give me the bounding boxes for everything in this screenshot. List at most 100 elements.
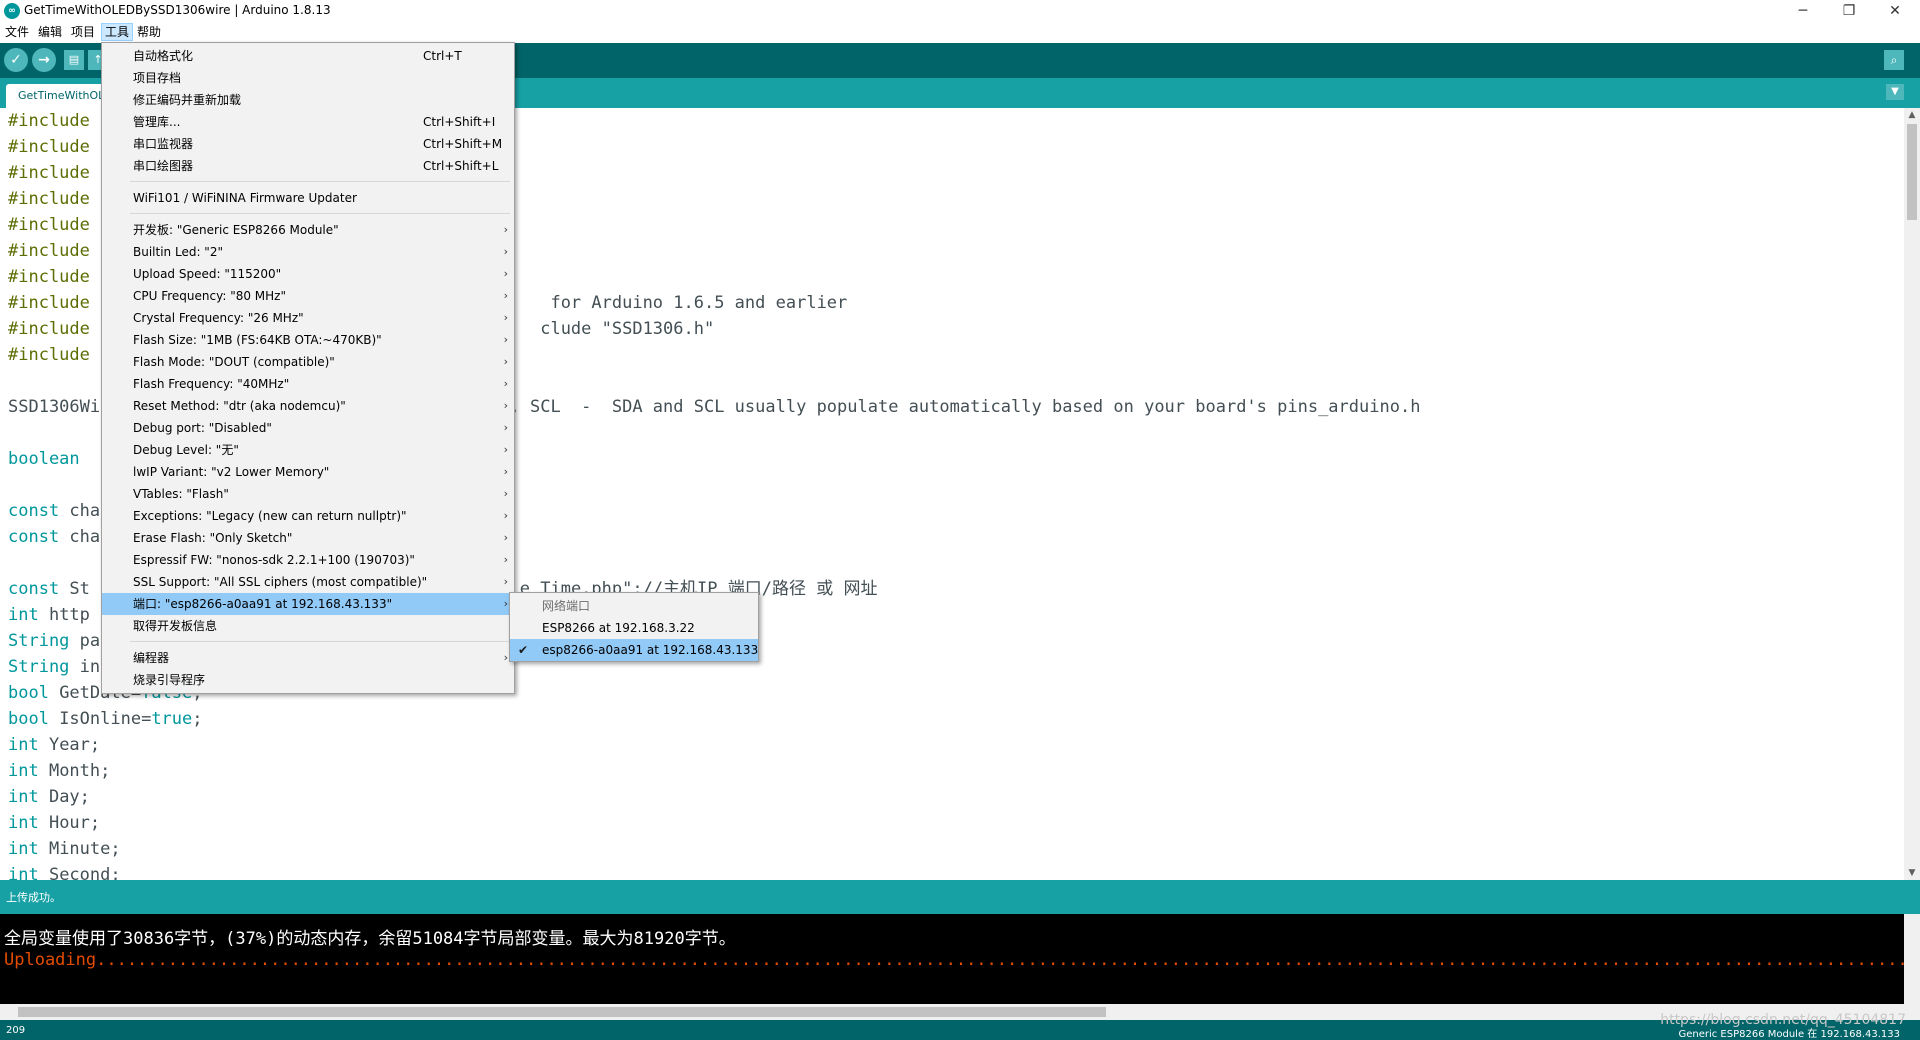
menu-edit[interactable]: 编辑	[35, 24, 65, 40]
code-line: String in	[8, 654, 100, 680]
tools-submenu-item[interactable]: Exceptions: "Legacy (new can return null…	[102, 505, 514, 527]
console-horizontal-scrollbar[interactable]	[0, 1004, 1920, 1020]
code-token: int	[8, 735, 39, 755]
menu-item-label: 端口: "esp8266-a0aa91 at 192.168.43.133"	[133, 597, 393, 611]
tools-submenu-item[interactable]: lwIP Variant: "v2 Lower Memory" ›	[102, 461, 514, 483]
tools-submenu-item[interactable]: Espressif FW: "nonos-sdk 2.2.1+100 (1907…	[102, 549, 514, 571]
tab-menu-chevron-down-icon[interactable]: ▼	[1886, 84, 1904, 100]
code-line: #include	[8, 342, 90, 368]
menu-sketch[interactable]: 项目	[68, 24, 98, 40]
tools-submenu-item[interactable]: CPU Frequency: "80 MHz" ›	[102, 285, 514, 307]
code-token: true	[151, 709, 193, 729]
code-token: Hour;	[38, 813, 101, 833]
chevron-right-icon: ›	[503, 223, 508, 236]
tools-submenu-item[interactable]: Debug port: "Disabled" ›	[102, 417, 514, 439]
menu-tools[interactable]: 工具	[101, 23, 134, 41]
tools-submenu-item[interactable]: 编程器 ›	[102, 647, 514, 669]
code-line: int Minute;	[8, 836, 121, 862]
tools-submenu-item[interactable]: Flash Frequency: "40MHz" ›	[102, 373, 514, 395]
menu-item-label: Debug Level: "无"	[133, 443, 239, 457]
status-bar: 上传成功。	[0, 880, 1920, 914]
tools-submenu-item[interactable]: VTables: "Flash" ›	[102, 483, 514, 505]
menu-item-label: Flash Mode: "DOUT (compatible)"	[133, 355, 335, 369]
menu-item-label: CPU Frequency: "80 MHz"	[133, 289, 286, 303]
watermark: https://blog.csdn.net/qq_45104817	[1660, 1012, 1906, 1028]
menu-item-label: Builtin Led: "2"	[133, 245, 223, 259]
checkmark-icon: ✔	[518, 643, 529, 657]
menu-item-shortcut: Ctrl+Shift+I	[423, 115, 496, 129]
menu-item-label: VTables: "Flash"	[133, 487, 229, 501]
tools-menu-item[interactable]: 项目存档	[102, 67, 514, 89]
console-output[interactable]: 全局变量使用了30836字节，(37%)的动态内存，余留51084字节局部变量。…	[0, 914, 1904, 1004]
tools-submenu-item[interactable]: Upload Speed: "115200" ›	[102, 263, 514, 285]
tools-submenu-item[interactable]: Flash Size: "1MB (FS:64KB OTA:~470KB)" ›	[102, 329, 514, 351]
code-line: #include	[8, 186, 90, 212]
tools-menu-item[interactable]: 烧录引导程序	[102, 669, 514, 691]
chevron-right-icon: ›	[503, 289, 508, 302]
code-token: #include	[8, 189, 90, 209]
close-button[interactable]: ✕	[1872, 0, 1918, 22]
tools-menu-item[interactable]: 串口绘图器 Ctrl+Shift+L	[102, 155, 514, 177]
chevron-right-icon: ›	[503, 443, 508, 456]
tools-submenu-item[interactable]: Debug Level: "无" ›	[102, 439, 514, 461]
chevron-right-icon: ›	[503, 311, 508, 324]
code-token: bool	[8, 683, 49, 703]
code-line: #include	[8, 264, 90, 290]
port-option[interactable]: ESP8266 at 192.168.3.22	[510, 617, 758, 639]
tools-submenu-item[interactable]: Reset Method: "dtr (aka nodemcu)" ›	[102, 395, 514, 417]
menu-item-label: Debug port: "Disabled"	[133, 421, 272, 435]
code-token: #include	[8, 241, 90, 261]
menu-file[interactable]: 文件	[2, 24, 32, 40]
tools-submenu-item[interactable]: SSL Support: "All SSL ciphers (most comp…	[102, 571, 514, 593]
code-line: #include	[8, 108, 90, 134]
tools-menu-item[interactable]: 修正编码并重新加载	[102, 89, 514, 111]
tools-menu-item[interactable]: 串口监视器 Ctrl+Shift+M	[102, 133, 514, 155]
tab-sketch[interactable]: GetTimeWithOLEDBySSD1306wire	[6, 84, 106, 108]
code-token: #include	[8, 111, 90, 131]
tools-submenu-item[interactable]: Erase Flash: "Only Sketch" ›	[102, 527, 514, 549]
code-token: Second;	[38, 865, 121, 880]
console-line-uploading: Uploading...............................…	[4, 950, 1904, 970]
tools-menu-item[interactable]: 取得开发板信息	[102, 615, 514, 637]
editor-scroll-thumb[interactable]	[1907, 124, 1917, 220]
editor-scrollbar[interactable]: ▲ ▼	[1904, 108, 1920, 880]
code-line: int Hour;	[8, 810, 100, 836]
scroll-up-icon[interactable]: ▲	[1904, 108, 1920, 122]
chevron-right-icon: ›	[503, 465, 508, 478]
minimize-button[interactable]: ─	[1780, 0, 1826, 22]
upload-button[interactable]: →	[32, 48, 56, 72]
code-token: #include	[8, 215, 90, 235]
code-line: const cha	[8, 524, 100, 550]
code-token: int	[8, 839, 39, 859]
restore-button[interactable]: ❐	[1826, 0, 1872, 22]
tools-menu: 自动格式化 Ctrl+T 项目存档 修正编码并重新加载 管理库... Ctrl+Shift…	[101, 42, 515, 694]
code-line: #include	[8, 212, 90, 238]
tools-submenu-item[interactable]: 开发板: "Generic ESP8266 Module" ›	[102, 219, 514, 241]
serial-monitor-button[interactable]: ⌕	[1884, 50, 1904, 70]
tools-menu-item[interactable]: 管理库... Ctrl+Shift+I	[102, 111, 514, 133]
tools-submenu-item[interactable]: Flash Mode: "DOUT (compatible)" ›	[102, 351, 514, 373]
menu-separator	[130, 213, 510, 214]
code-token: #include	[8, 267, 90, 287]
console-scrollbar[interactable]	[1904, 914, 1920, 1004]
tools-submenu-item[interactable]: Builtin Led: "2" ›	[102, 241, 514, 263]
horizontal-scroll-thumb[interactable]	[18, 1007, 1106, 1017]
code-line: #include	[8, 238, 90, 264]
port-option-selected[interactable]: ✔ esp8266-a0aa91 at 192.168.43.133	[510, 639, 758, 661]
tools-menu-item[interactable]: 自动格式化 Ctrl+T	[102, 45, 514, 67]
port-submenu: 网络端口 ESP8266 at 192.168.3.22 ✔ esp8266-a…	[509, 592, 759, 662]
new-sketch-button[interactable]: ▤	[64, 50, 84, 70]
code-token: pa	[69, 631, 101, 651]
tools-submenu-item[interactable]: Crystal Frequency: "26 MHz" ›	[102, 307, 514, 329]
verify-button[interactable]: ✓	[4, 48, 28, 72]
menu-help[interactable]: 帮助	[134, 24, 164, 40]
chevron-right-icon: ›	[503, 651, 508, 664]
tools-submenu-item[interactable]: 端口: "esp8266-a0aa91 at 192.168.43.133" ›	[102, 593, 514, 615]
menu-item-shortcut: Ctrl+Shift+M	[423, 137, 503, 151]
menu-item-label: Espressif FW: "nonos-sdk 2.2.1+100 (1907…	[133, 553, 415, 567]
tools-menu-item[interactable]: WiFi101 / WiFiNINA Firmware Updater	[102, 187, 514, 209]
scroll-down-icon[interactable]: ▼	[1904, 866, 1920, 880]
menu-item-label: Reset Method: "dtr (aka nodemcu)"	[133, 399, 346, 413]
code-token: cha	[59, 527, 101, 547]
code-line: String pa	[8, 628, 100, 654]
